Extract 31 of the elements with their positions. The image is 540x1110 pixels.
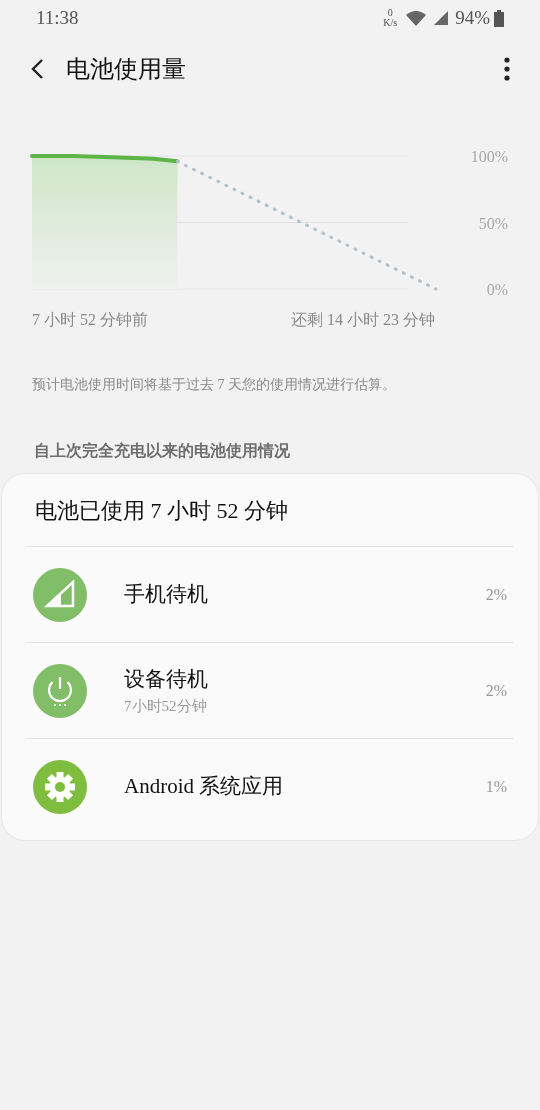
axis-label: 50% xyxy=(478,214,508,232)
status-time: 11:38 xyxy=(36,5,79,30)
section-title: 自上次完全充电以来的电池使用情况 xyxy=(33,441,291,461)
axis-label: 0% xyxy=(486,281,508,298)
item-percent: 2% xyxy=(485,584,507,605)
speed-value: 0 xyxy=(387,8,393,18)
more-options-icon[interactable] xyxy=(504,57,510,81)
estimate-note: 预计电池使用时间将基于过去 7 天您的使用情况进行估算。 xyxy=(31,376,397,394)
item-name: Android 系统应用 xyxy=(124,772,285,800)
item-name: 设备待机 xyxy=(124,665,209,693)
signal-icon xyxy=(33,567,87,622)
usage-item[interactable]: 手机待机 2% xyxy=(27,547,513,642)
wifi-icon xyxy=(405,10,428,26)
usage-item[interactable]: Android 系统应用 1% xyxy=(27,739,513,834)
back-icon[interactable] xyxy=(30,58,44,80)
speed-unit: K/s xyxy=(383,18,398,28)
item-duration: 7小时52分钟 xyxy=(124,697,208,716)
signal-icon xyxy=(433,10,450,26)
item-percent: 1% xyxy=(485,776,507,797)
usage-item[interactable]: 设备待机 7小时52分钟 2% xyxy=(27,643,513,738)
remaining-time-label: 还剩 14 小时 23 分钟 xyxy=(291,310,435,330)
gear-icon xyxy=(33,759,87,814)
axis-label: 100% xyxy=(470,148,508,165)
start-time-label: 7 小时 52 分钟前 xyxy=(32,310,148,330)
battery-icon xyxy=(494,9,504,27)
page-title: 电池使用量 xyxy=(66,55,186,84)
item-percent: 2% xyxy=(485,680,507,701)
battery-percent: 94% xyxy=(455,5,490,30)
item-name: 手机待机 xyxy=(124,580,209,608)
power-icon xyxy=(33,663,87,718)
usage-title: 电池已使用 7 小时 52 分钟 xyxy=(34,496,289,525)
